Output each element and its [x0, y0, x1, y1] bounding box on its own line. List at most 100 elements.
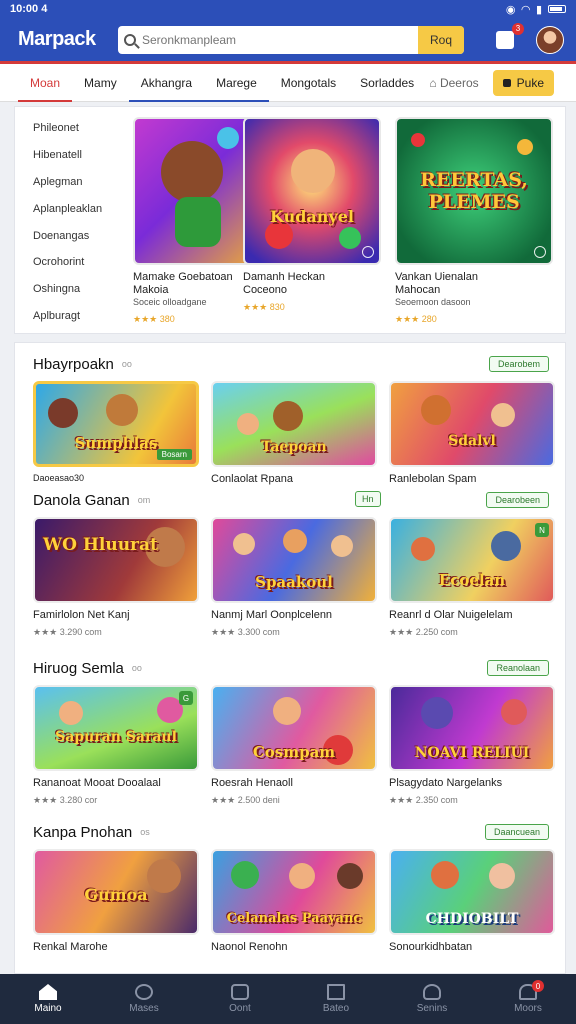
game-rating: ★★★ 2.350 com: [389, 795, 458, 805]
favorite-icon[interactable]: [362, 246, 374, 258]
section-title: Danola Ganan: [33, 491, 130, 509]
game-card[interactable]: WO Hluurat Famirlolon Net Kanj ★★★ 3.290…: [33, 517, 199, 638]
game-rating: ★★★ 2.500 deni: [211, 795, 280, 805]
sale-label: Puke: [516, 75, 544, 90]
notification-badge: 0: [532, 980, 544, 992]
filter-pill[interactable]: Hn: [355, 491, 381, 507]
game-art-title: WO Hluurat: [43, 535, 158, 555]
home-icon: [39, 984, 57, 1000]
section-meta: oo: [131, 663, 142, 673]
game-card[interactable]: CHDIOBILT Sonourkidhbatan: [389, 849, 555, 953]
notification-badge: 3: [512, 22, 524, 35]
game-title: Ranlebolan Spam: [389, 473, 477, 485]
game-title: Reanrl d Olar Nuigelelam: [389, 609, 513, 621]
nav-bateo[interactable]: Bateo: [288, 974, 384, 1024]
nav-label: Mases: [129, 1003, 159, 1014]
location-icon: ◉: [505, 3, 516, 16]
game-art-title: Taepoan: [261, 439, 327, 455]
section-meta: os: [140, 827, 150, 837]
app-logo[interactable]: Marpack: [18, 28, 104, 51]
game-artwork: Cosmpam: [211, 685, 377, 771]
tab-marege[interactable]: Marege: [204, 64, 269, 102]
game-card[interactable]: Cosmpam Roesrah Henaoll ★★★ 2.500 deni: [211, 685, 377, 806]
game-section: Hbayrpoakn oo Dearobem Sumphlas Bosarn D…: [15, 353, 567, 485]
sidebar-item[interactable]: Hibenatell: [15, 142, 123, 169]
sidebar-item[interactable]: Phileonet: [15, 115, 123, 142]
game-artwork: Taepoan: [211, 381, 377, 467]
nav-label: Moors: [514, 1003, 542, 1014]
game-artwork: REERTAS, PLEMES: [395, 117, 553, 265]
game-art-title: Celanalas Paayanc: [226, 911, 362, 926]
game-card[interactable]: Spaakoul Nanmj Marl Oonplcelenn ★★★ 3.30…: [211, 517, 377, 638]
featured-panel: Phileonet Hibenatell Aplegman Aplanpleak…: [14, 106, 566, 334]
tab-mamy[interactable]: Mamy: [72, 64, 129, 102]
game-card[interactable]: Taepoan Conlaolat Rpana: [211, 381, 377, 485]
see-more-button[interactable]: Daancuean: [484, 824, 549, 840]
sidebar-item[interactable]: Doenangas: [15, 222, 123, 249]
game-title: Damanh Heckan: [243, 271, 325, 283]
game-art-title: Ecoelan: [438, 571, 506, 589]
section-meta: oo: [121, 359, 132, 369]
nav-mases[interactable]: Mases: [96, 974, 192, 1024]
section-title: Hiruog Semla: [33, 659, 124, 677]
nav-oont[interactable]: Oont: [192, 974, 288, 1024]
signal-icon: ▮: [535, 3, 542, 16]
sidebar-item[interactable]: Ocrohorint: [15, 249, 123, 276]
status-bar: 10:00 4 ◉ ◠ ▮: [0, 0, 576, 18]
favorite-icon[interactable]: [534, 246, 546, 258]
search-input[interactable]: [142, 32, 418, 47]
nav-home[interactable]: Maino: [0, 974, 96, 1024]
gift-button[interactable]: 3: [492, 22, 524, 53]
game-section: Danola Ganan om Hn Dearobeen WO Hluurat …: [15, 489, 567, 638]
avatar[interactable]: [536, 25, 564, 54]
game-title: Naonol Renohn: [211, 941, 288, 953]
search-button[interactable]: Roq: [418, 25, 464, 54]
game-card[interactable]: G Sapuran Saraul Rananoat Mooat Dooalaal…: [33, 685, 199, 806]
sidebar-item[interactable]: Aplburagt: [15, 303, 123, 330]
game-card[interactable]: Sdalvl Ranlebolan Spam: [389, 381, 555, 485]
game-art-title: Gumoa: [84, 885, 148, 904]
game-meta: Seoemoon dasoon: [395, 297, 471, 307]
game-title: Vankan Uienalan: [395, 271, 478, 283]
section-title: Hbayrpoakn: [33, 355, 114, 373]
featured-game-card[interactable]: REERTAS, PLEMES Vankan Uienalan Mahocan …: [395, 117, 553, 325]
game-artwork: Spaakoul: [211, 517, 377, 603]
tab-moan[interactable]: Moan: [18, 64, 73, 102]
battery-icon: [548, 5, 566, 13]
nav-label: Maino: [34, 1003, 62, 1014]
square-icon: [327, 984, 345, 1000]
game-card[interactable]: Celanalas Paayanc Naonol Renohn: [211, 849, 377, 953]
game-card[interactable]: Sumphlas Bosarn Daoeasao30: [33, 381, 199, 485]
app-bar: Marpack Roq 3: [0, 18, 576, 64]
tab-mongotals[interactable]: Mongotals: [269, 64, 348, 102]
deeros-link[interactable]: ⌂ Deeros: [429, 76, 478, 90]
see-more-button[interactable]: Dearobeen: [486, 492, 549, 508]
game-art-title: Kudanyel: [270, 207, 354, 226]
game-artwork: N Ecoelan: [389, 517, 555, 603]
see-more-button[interactable]: Dearobem: [488, 356, 549, 372]
nav-moors[interactable]: 0 Moors: [480, 974, 576, 1024]
sidebar-item[interactable]: Oshingna: [15, 276, 123, 303]
featured-game-card[interactable]: Kudanyel Damanh Heckan Coceono ★★★ 830: [243, 117, 381, 313]
person-icon: [423, 984, 441, 1000]
see-more-button[interactable]: Reanolaan: [487, 660, 549, 676]
game-card[interactable]: Gumoa Renkal Marohe: [33, 849, 199, 953]
nav-label: Bateo: [322, 1003, 350, 1014]
tab-sorladdes[interactable]: Sorladdes: [348, 64, 426, 102]
tab-akhangra[interactable]: Akhangra: [128, 64, 205, 102]
game-art-title: CHDIOBILT: [425, 911, 519, 927]
game-title: Conlaolat Rpana: [211, 473, 293, 485]
game-art-title: NOAVI RELIUI: [414, 745, 530, 761]
game-subtitle: Mahocan: [395, 284, 441, 296]
game-card[interactable]: NOAVI RELIUI Plsagydato Nargelanks ★★★ 2…: [389, 685, 555, 806]
sidebar-item[interactable]: Aplanpleaklan: [15, 195, 123, 222]
game-title: Sonourkidhbatan: [389, 941, 473, 953]
sale-button[interactable]: Puke: [492, 69, 554, 96]
nav-senins[interactable]: Senins: [384, 974, 480, 1024]
new-badge: N: [535, 523, 549, 537]
game-artwork: Celanalas Paayanc: [211, 849, 377, 935]
sidebar-item[interactable]: Aplegman: [15, 169, 123, 196]
game-artwork: NOAVI RELIUI: [389, 685, 555, 771]
game-artwork: Gumoa: [33, 849, 199, 935]
game-card[interactable]: N Ecoelan Reanrl d Olar Nuigelelam ★★★ 2…: [389, 517, 555, 638]
